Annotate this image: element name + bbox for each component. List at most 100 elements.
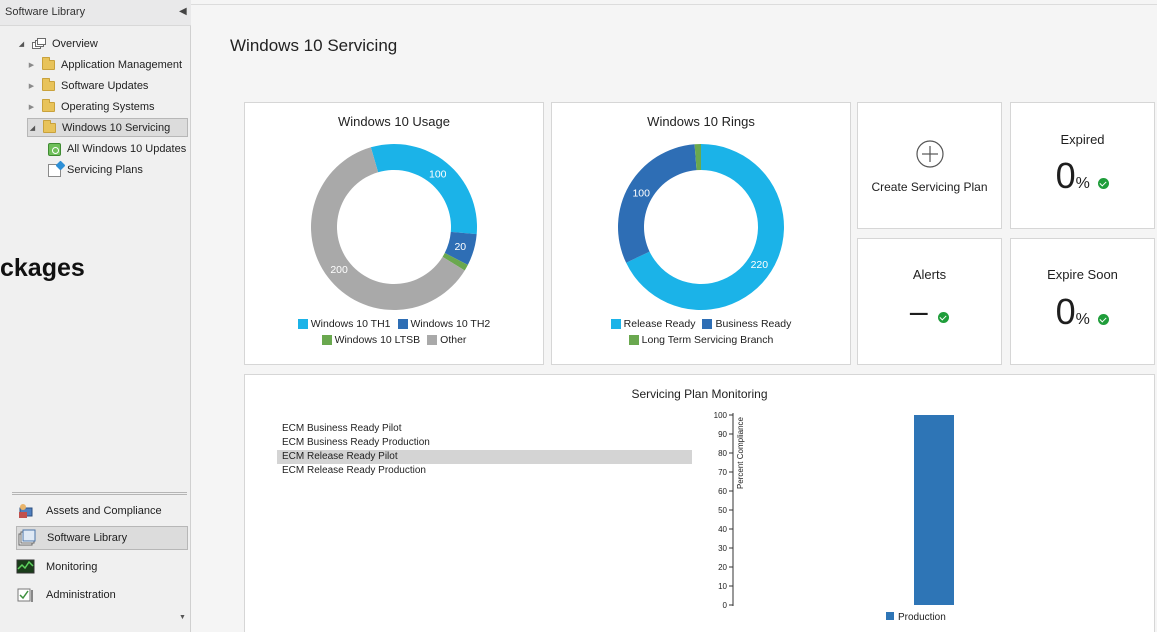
plan-row[interactable]: ECM Business Ready Pilot [277, 422, 692, 436]
legend-label: Windows 10 TH1 [310, 318, 391, 330]
workspace-label: Assets and Compliance [46, 505, 162, 517]
alerts-tile: Alerts – [857, 238, 1002, 365]
navigation-pane-title: Software Library [5, 6, 86, 18]
usage-legend: Windows 10 TH1 Windows 10 TH2 Windows 10… [245, 316, 543, 348]
legend-swatch [427, 335, 438, 345]
card-title: Windows 10 Rings [647, 114, 755, 129]
legend-swatch [297, 319, 308, 329]
card-title: Windows 10 Usage [338, 114, 450, 129]
value-number: – [909, 293, 928, 329]
collapsed-arrow-icon[interactable]: ▶ [27, 103, 36, 111]
folder-icon [42, 78, 55, 91]
legend-label: Other [440, 334, 467, 346]
tree-item-label: Application Management [61, 59, 183, 71]
folder-open-icon [43, 119, 56, 133]
overview-icon [32, 38, 46, 50]
folder-icon [42, 57, 55, 70]
tree-item-label: Overview [52, 38, 98, 50]
y-tick-label: 30 [718, 544, 727, 553]
y-tick-label: 80 [718, 449, 727, 458]
usage-donut-chart: 100 20 200 [311, 144, 477, 310]
tree-item-all-windows-10-updates[interactable]: All Windows 10 Updates [48, 140, 186, 158]
legend-label: Windows 10 TH2 [410, 318, 491, 330]
donut-slice-1[interactable] [618, 144, 697, 263]
workspace-splitter[interactable] [12, 492, 187, 495]
updates-icon [48, 142, 61, 156]
legend-label: Business Ready [715, 318, 792, 330]
create-servicing-plan-label[interactable]: Create Servicing Plan [858, 180, 1001, 194]
value-number: 0 [1055, 291, 1076, 332]
collapsed-arrow-icon[interactable]: ▶ [27, 61, 36, 69]
legend-item-th1: Windows 10 TH1 [297, 318, 391, 330]
bar-production[interactable] [914, 415, 954, 605]
expanded-arrow-icon[interactable]: ◢ [17, 40, 26, 48]
tree-item-servicing-plans[interactable]: Servicing Plans [48, 161, 143, 179]
legend-item-ltsb: Windows 10 LTSB [321, 334, 421, 346]
tree-item-label: Windows 10 Servicing [62, 121, 171, 134]
tree-item-software-updates[interactable]: ▶ Software Updates [27, 77, 148, 95]
tree-item-label: Servicing Plans [67, 164, 143, 176]
legend-swatch [628, 335, 639, 345]
expire-soon-value: 0% [1011, 291, 1154, 333]
ok-check-icon [1098, 314, 1110, 326]
slice-value-label: 220 [751, 259, 769, 271]
legend-label: Release Ready [623, 318, 696, 330]
rings-donut-chart: 220 100 [618, 144, 784, 310]
workspace-administration[interactable]: Administration [16, 583, 188, 607]
slice-value-label: 200 [330, 264, 348, 276]
workspace-label: Administration [46, 589, 116, 601]
tree-item-label: Operating Systems [61, 101, 155, 113]
slice-value-label: 100 [632, 188, 650, 200]
y-tick-label: 40 [718, 525, 727, 534]
servicing-plan-monitoring-card: Servicing Plan Monitoring ECM Business R… [244, 374, 1155, 632]
rings-card: Windows 10 Rings 220 100 Release Ready Bu… [551, 102, 851, 365]
tree-item-label: All Windows 10 Updates [67, 143, 187, 155]
legend-item-ltsb-ring: Long Term Servicing Branch [628, 334, 774, 346]
tree-item-application-management[interactable]: ▶ Application Management [27, 56, 182, 74]
legend-item-business-ready: Business Ready [702, 318, 791, 330]
usage-card: Windows 10 Usage 100 20 200 Windows 10 TH1… [244, 102, 544, 365]
slice-value-label: 20 [454, 241, 466, 253]
card-title: Servicing Plan Monitoring [631, 387, 768, 401]
legend-swatch [702, 319, 713, 329]
page-title: Windows 10 Servicing [230, 36, 398, 55]
tree-item-operating-systems[interactable]: ▶ Operating Systems [27, 98, 155, 116]
scroll-down-icon[interactable]: ▼ [179, 614, 186, 621]
monitoring-icon [16, 558, 36, 576]
y-tick-label: 50 [718, 506, 727, 515]
compliance-bar-chart: 0 10 20 30 40 50 60 70 80 90 100 Percent Compliance… [714, 411, 954, 623]
servicing-plan-list: ECM Business Ready Pilot ECM Business Re… [277, 422, 692, 478]
tree-item-windows-10-servicing[interactable]: ◢ Windows 10 Servicing [27, 118, 188, 137]
tile-title: Expired [1060, 132, 1105, 147]
y-tick-label: 60 [718, 487, 727, 496]
legend-item-release-ready: Release Ready [610, 318, 696, 330]
collapse-pane-icon[interactable]: ◀ [179, 6, 187, 17]
workspace-assets-and-compliance[interactable]: Assets and Compliance [16, 499, 188, 523]
y-tick-label: 100 [714, 411, 728, 420]
tree-item-label: Software Updates [61, 80, 149, 92]
tree-item-overview[interactable]: ◢ Overview [17, 35, 98, 53]
dashboard: Windows 10 Servicing Windows 10 Usage 10… [191, 0, 1157, 632]
alerts-value: – [858, 293, 1001, 330]
navigation-pane-header: Software Library ◀ [0, 0, 191, 26]
create-servicing-plan-tile[interactable]: Create Servicing Plan [857, 102, 1002, 229]
plan-row[interactable]: ECM Business Ready Production [277, 436, 692, 450]
legend-item-other: Other [427, 334, 466, 346]
donut-slice-0[interactable] [370, 144, 477, 235]
legend-swatch [397, 319, 408, 329]
ok-check-icon [1098, 178, 1110, 190]
plan-row[interactable]: ECM Release Ready Production [277, 464, 692, 478]
y-tick-label: 0 [723, 601, 728, 610]
value-unit: % [1075, 311, 1090, 328]
workspace-monitoring[interactable]: Monitoring [16, 555, 188, 579]
tile-title: Expire Soon [1047, 267, 1118, 282]
legend-label: Long Term Servicing Branch [641, 334, 774, 346]
plan-row-selected[interactable]: ECM Release Ready Pilot [277, 450, 692, 464]
workspace-software-library[interactable]: Software Library [16, 526, 188, 550]
expanded-arrow-icon[interactable]: ◢ [28, 124, 37, 132]
legend-label: Windows 10 LTSB [334, 334, 421, 346]
assets-icon [16, 502, 36, 520]
collapsed-arrow-icon[interactable]: ▶ [27, 82, 36, 90]
add-circle-icon[interactable] [915, 139, 945, 169]
y-axis-label: Percent Compliance [736, 416, 745, 489]
